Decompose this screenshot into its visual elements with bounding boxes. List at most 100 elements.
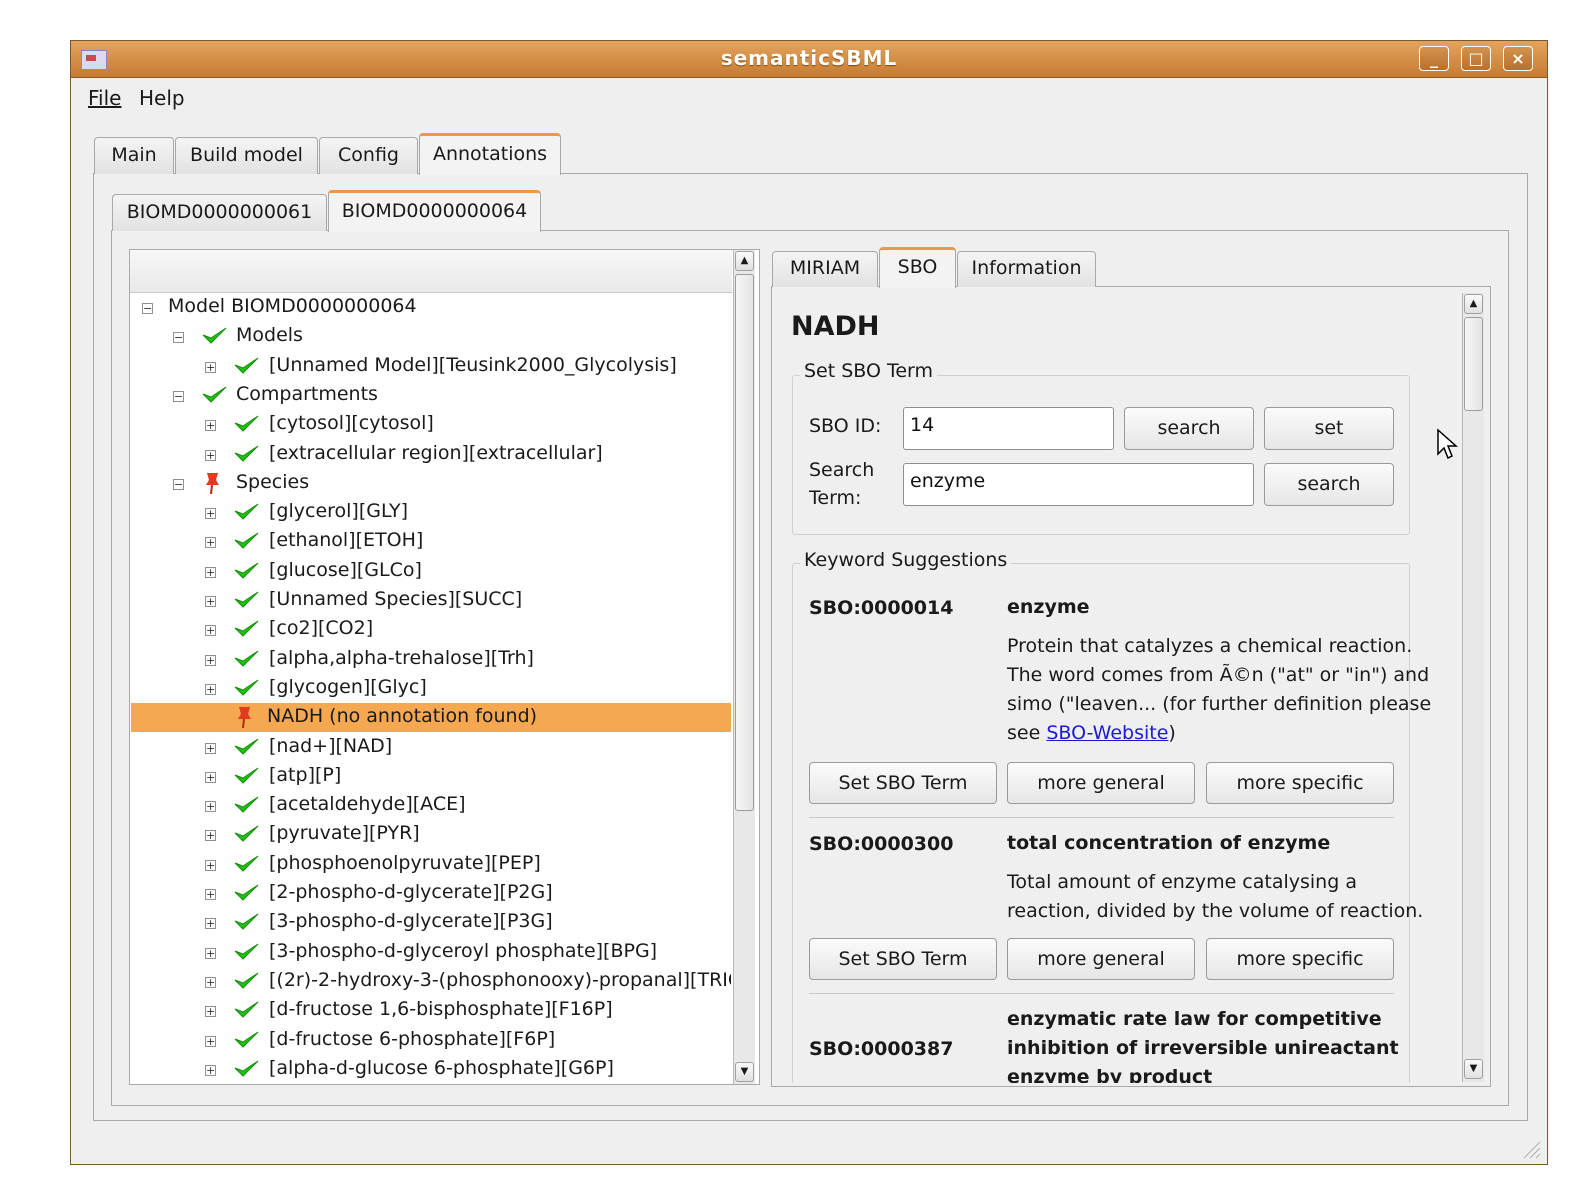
tab-information[interactable]: Information [957, 251, 1096, 287]
close-button[interactable]: × [1503, 46, 1533, 71]
tab-biomd61[interactable]: BIOMD0000000061 [112, 194, 327, 231]
maximize-button[interactable]: □ [1461, 46, 1491, 71]
expand-toggle[interactable]: + [205, 830, 216, 841]
tab-config[interactable]: Config [319, 137, 418, 174]
tree-group-row[interactable]: − Species [131, 469, 731, 498]
tree-header[interactable] [130, 250, 732, 293]
tree-item-row[interactable]: + [Unnamed Model][Teusink2000_Glycolysis] [131, 352, 731, 381]
expand-toggle[interactable]: + [205, 596, 216, 607]
tab-miriam[interactable]: MIRIAM [772, 251, 878, 287]
tree-item-row[interactable]: + [glycogen][Glyc] [131, 674, 731, 703]
collapse-toggle[interactable]: − [142, 303, 153, 314]
tree-item-row[interactable]: + [(2r)-2-hydroxy-3-(phosphonooxy)-propan… [131, 967, 731, 996]
tab-annotations[interactable]: Annotations [419, 133, 561, 175]
window-title: semanticSBML [720, 46, 898, 70]
expand-toggle[interactable]: + [205, 801, 216, 812]
expand-toggle[interactable]: + [205, 1006, 216, 1017]
tab-main[interactable]: Main [94, 137, 174, 174]
expand-toggle[interactable]: + [205, 860, 216, 871]
search-term-input[interactable]: enzyme [903, 463, 1254, 506]
tree-item-row[interactable]: + [phosphoenolpyruvate][PEP] [131, 850, 731, 879]
tree-item-label: [glycogen][Glyc] [269, 676, 427, 698]
scroll-up-arrow-icon[interactable]: ▲ [1464, 294, 1483, 314]
tree-item-label: [Unnamed Species][SUCC] [269, 588, 523, 610]
sbo-website-link[interactable]: SBO-Website [1046, 722, 1168, 744]
sbo-id-search-button[interactable]: search [1124, 407, 1254, 450]
tree-item-row[interactable]: + [glycerol][GLY] [131, 498, 731, 527]
search-term-search-button[interactable]: search [1264, 463, 1394, 506]
tree-group-row[interactable]: − Compartments [131, 381, 731, 410]
expand-toggle[interactable]: + [205, 508, 216, 519]
expand-toggle[interactable]: + [205, 1036, 216, 1047]
more-specific-button[interactable]: more specific [1206, 938, 1394, 980]
tree-item-row[interactable]: + [3-phospho-d-glyceroyl phosphate][BPG] [131, 938, 731, 967]
expand-toggle[interactable]: + [205, 537, 216, 548]
set-sbo-term-button[interactable]: Set SBO Term [809, 762, 997, 804]
tree-item-row[interactable]: + [alpha-d-glucose 6-phosphate][G6P] [131, 1055, 731, 1083]
minimize-button[interactable]: _ [1419, 46, 1449, 71]
more-general-button[interactable]: more general [1007, 938, 1195, 980]
description-line: Total amount of enzyme catalysing a [1007, 871, 1357, 893]
tab-build-model[interactable]: Build model [175, 137, 318, 174]
set-sbo-term-button[interactable]: Set SBO Term [809, 938, 997, 980]
tree-item-row[interactable]: + [ethanol][ETOH] [131, 527, 731, 556]
expand-toggle[interactable]: + [205, 918, 216, 929]
collapse-toggle[interactable]: − [173, 332, 184, 343]
tree-item-row[interactable]: + [acetaldehyde][ACE] [131, 791, 731, 820]
check-icon [233, 737, 259, 757]
expand-toggle[interactable]: + [205, 567, 216, 578]
sbo-id-input[interactable]: 14 [903, 407, 1114, 450]
scroll-thumb[interactable] [735, 274, 754, 811]
scroll-thumb[interactable] [1464, 317, 1483, 411]
species-tree[interactable]: − Model BIOMD0000000064 − Models + [Unnamed… [131, 293, 731, 1083]
expand-toggle[interactable]: + [205, 889, 216, 900]
expand-toggle[interactable]: + [205, 1065, 216, 1076]
expand-toggle[interactable]: + [205, 420, 216, 431]
scroll-down-arrow-icon[interactable]: ▼ [735, 1062, 754, 1082]
more-general-button[interactable]: more general [1007, 762, 1195, 804]
tree-group-row[interactable]: − Models [131, 322, 731, 351]
expand-toggle[interactable]: + [205, 450, 216, 461]
check-icon [233, 619, 259, 639]
expand-toggle[interactable]: + [205, 684, 216, 695]
resize-grip[interactable] [1512, 1140, 1542, 1160]
tab-sbo[interactable]: SBO [879, 247, 956, 288]
more-specific-button[interactable]: more specific [1206, 762, 1394, 804]
expand-toggle[interactable]: + [205, 948, 216, 959]
tree-item-row[interactable]: + [glucose][GLCo] [131, 557, 731, 586]
tree-item-row[interactable]: + [alpha,alpha-trehalose][Trh] [131, 645, 731, 674]
menu-help[interactable]: Help [139, 86, 185, 110]
tree-item-row[interactable]: + [d-fructose 1,6-bisphosphate][F16P] [131, 996, 731, 1025]
tree-item-row[interactable]: + [atp][P] [131, 762, 731, 791]
menu-file[interactable]: File [88, 86, 121, 110]
collapse-toggle[interactable]: − [173, 391, 184, 402]
sbo-id-set-button[interactable]: set [1264, 407, 1394, 450]
expand-toggle[interactable]: + [205, 743, 216, 754]
expand-toggle[interactable]: + [205, 625, 216, 636]
tree-item-row[interactable]: NADH (no annotation found) [131, 703, 731, 732]
tab-biomd64[interactable]: BIOMD0000000064 [328, 190, 541, 232]
detail-scrollbar[interactable]: ▲ ▼ [1462, 293, 1484, 1082]
tree-item-row[interactable]: + [2-phospho-d-glycerate][P2G] [131, 879, 731, 908]
tree-item-row[interactable]: + [3-phospho-d-glycerate][P3G] [131, 908, 731, 937]
check-icon [233, 590, 259, 610]
scroll-down-arrow-icon[interactable]: ▼ [1464, 1059, 1483, 1079]
tree-item-row[interactable]: + [cytosol][cytosol] [131, 410, 731, 439]
tree-item-row[interactable]: + [nad+][NAD] [131, 733, 731, 762]
collapse-toggle[interactable]: − [173, 479, 184, 490]
tree-item-label: [co2][CO2] [269, 617, 374, 639]
title-bar[interactable]: semanticSBML _ □ × [71, 41, 1547, 78]
suggestion-description: Protein that catalyzes a chemical reacti… [1007, 632, 1431, 748]
expand-toggle[interactable]: + [205, 362, 216, 373]
expand-toggle[interactable]: + [205, 655, 216, 666]
tree-item-row[interactable]: + [extracellular region][extracellular] [131, 440, 731, 469]
tree-item-row[interactable]: + [d-fructose 6-phosphate][F6P] [131, 1026, 731, 1055]
tree-item-row[interactable]: + [pyruvate][PYR] [131, 820, 731, 849]
tree-item-row[interactable]: + [co2][CO2] [131, 615, 731, 644]
tree-item-row[interactable]: + [Unnamed Species][SUCC] [131, 586, 731, 615]
expand-toggle[interactable]: + [205, 977, 216, 988]
tree-root[interactable]: − Model BIOMD0000000064 [131, 293, 731, 322]
expand-toggle[interactable]: + [205, 772, 216, 783]
tree-scrollbar[interactable]: ▲ ▼ [733, 250, 755, 1084]
scroll-up-arrow-icon[interactable]: ▲ [735, 251, 754, 271]
